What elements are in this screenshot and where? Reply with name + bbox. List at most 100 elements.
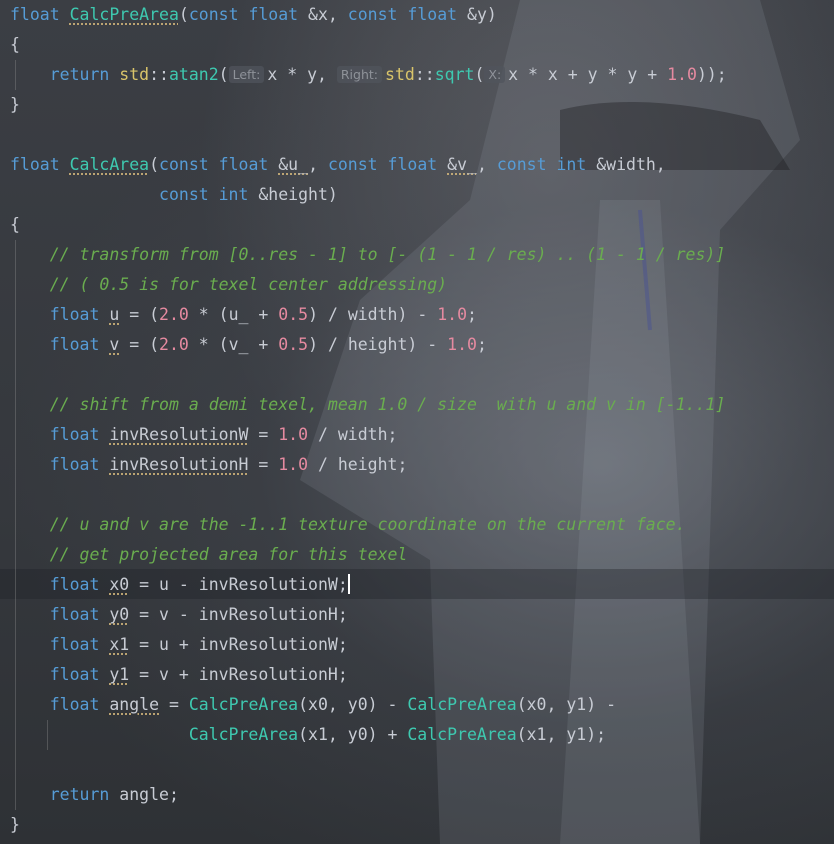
variable: invResolutionH bbox=[109, 455, 249, 474]
comment: // ( 0.5 is for texel center addressing) bbox=[49, 275, 448, 294]
code-line[interactable]: float angle = CalcPreArea(x0, y0) - Calc… bbox=[10, 690, 616, 720]
namespace: std bbox=[385, 65, 415, 84]
expr: = bbox=[159, 695, 189, 714]
punct: ; bbox=[476, 335, 487, 354]
punct: , bbox=[308, 155, 318, 174]
keyword: const bbox=[159, 155, 209, 174]
punct: :: bbox=[149, 65, 169, 84]
code-line[interactable]: return std::atan2(Left: x * y, Right: std:… bbox=[10, 60, 727, 90]
punct: , bbox=[476, 155, 487, 174]
param: &v_ bbox=[447, 155, 477, 174]
keyword: float bbox=[218, 155, 269, 174]
code-line[interactable]: float invResolutionW = 1.0 / width; bbox=[10, 420, 398, 450]
function-call[interactable]: CalcPreArea bbox=[407, 695, 516, 714]
function-call[interactable]: CalcPreArea bbox=[407, 725, 516, 744]
code-line[interactable]: { bbox=[10, 210, 20, 240]
code-line[interactable]: return angle; bbox=[10, 780, 179, 810]
number: 1.0 bbox=[667, 65, 697, 84]
keyword: const bbox=[496, 155, 547, 174]
code-line[interactable]: float CalcArea(const float &u_, const fl… bbox=[10, 150, 666, 180]
param: &y) bbox=[467, 5, 497, 24]
code-line[interactable]: // ( 0.5 is for texel center addressing) bbox=[10, 270, 447, 300]
expr: = bbox=[248, 455, 279, 474]
keyword: return bbox=[49, 65, 110, 84]
expr: (x0, y1) - bbox=[516, 695, 617, 714]
brace: } bbox=[10, 815, 20, 834]
expr: (x1, y1); bbox=[516, 725, 607, 744]
code-line[interactable]: } bbox=[10, 90, 20, 120]
code-line[interactable]: { bbox=[10, 30, 20, 60]
brace: { bbox=[10, 215, 20, 234]
function-name[interactable]: CalcArea bbox=[70, 155, 149, 174]
parameter-hint: X: bbox=[484, 66, 506, 83]
keyword: float bbox=[49, 305, 100, 324]
punct: ( bbox=[218, 65, 229, 84]
function-call[interactable]: sqrt bbox=[435, 65, 475, 84]
keyword: float bbox=[407, 5, 458, 24]
code-line[interactable]: float y0 = v - invResolutionH; bbox=[10, 600, 348, 630]
expr: = u - invResolutionW; bbox=[129, 575, 348, 594]
keyword: const bbox=[188, 5, 239, 24]
expr: = v - invResolutionH; bbox=[129, 605, 348, 624]
code-line-current[interactable]: float x0 = u - invResolutionW; bbox=[10, 570, 350, 600]
code-line[interactable]: // u and v are the -1..1 texture coordin… bbox=[10, 510, 686, 540]
expr: angle; bbox=[109, 785, 179, 804]
code-line[interactable]: float u = (2.0 * (u_ + 0.5) / width) - 1… bbox=[10, 300, 477, 330]
function-call[interactable]: atan2 bbox=[169, 65, 219, 84]
number: 1.0 bbox=[278, 455, 309, 474]
param: &width, bbox=[596, 155, 666, 174]
number: 0.5 bbox=[278, 335, 309, 354]
variable: invResolutionW bbox=[109, 425, 249, 444]
code-line[interactable]: float invResolutionH = 1.0 / height; bbox=[10, 450, 408, 480]
param: &height) bbox=[258, 185, 338, 204]
namespace: std bbox=[119, 65, 150, 84]
comment: // get projected area for this texel bbox=[49, 545, 408, 564]
function-call[interactable]: CalcPreArea bbox=[189, 725, 298, 744]
expr: = bbox=[248, 425, 279, 444]
code-line[interactable]: // transform from [0..res - 1] to [- (1 … bbox=[10, 240, 726, 270]
expr: = u + invResolutionW; bbox=[129, 635, 348, 654]
number: 2.0 bbox=[159, 335, 189, 354]
variable: u bbox=[109, 305, 120, 324]
keyword: float bbox=[248, 5, 299, 24]
code-line[interactable]: float v = (2.0 * (v_ + 0.5) / height) - … bbox=[10, 330, 487, 360]
code-line[interactable]: // get projected area for this texel bbox=[10, 540, 408, 570]
parameter-hint: Right: bbox=[336, 66, 383, 83]
expr: = ( bbox=[119, 335, 160, 354]
variable: x0 bbox=[109, 575, 130, 594]
code-line[interactable]: float y1 = v + invResolutionH; bbox=[10, 660, 348, 690]
brace: { bbox=[10, 35, 20, 54]
keyword: float bbox=[49, 425, 100, 444]
keyword: const bbox=[347, 5, 398, 24]
number: 1.0 bbox=[278, 425, 309, 444]
keyword: float bbox=[10, 5, 60, 24]
expr: (x1, y0) + bbox=[298, 725, 408, 744]
variable: v bbox=[109, 335, 120, 354]
variable: y1 bbox=[109, 665, 130, 684]
number: 0.5 bbox=[278, 305, 309, 324]
number: 2.0 bbox=[159, 305, 189, 324]
code-line[interactable]: } bbox=[10, 810, 20, 840]
code-editor[interactable]: float CalcPreArea(const float &x, const … bbox=[0, 0, 834, 844]
code-line[interactable]: const int &height) bbox=[10, 180, 338, 210]
parameter-hint: Left: bbox=[228, 66, 265, 83]
function-call[interactable]: CalcPreArea bbox=[189, 695, 298, 714]
function-name[interactable]: CalcPreArea bbox=[70, 5, 179, 24]
punct: ( bbox=[178, 5, 189, 24]
code-line[interactable]: float x1 = u + invResolutionW; bbox=[10, 630, 348, 660]
punct: ; bbox=[467, 305, 477, 324]
keyword: float bbox=[10, 155, 60, 174]
comment: // shift from a demi texel, mean 1.0 / s… bbox=[49, 395, 726, 414]
punct: ( bbox=[474, 65, 485, 84]
code-line[interactable]: // shift from a demi texel, mean 1.0 / s… bbox=[10, 390, 726, 420]
comment: // transform from [0..res - 1] to [- (1 … bbox=[49, 245, 726, 264]
code-line[interactable]: CalcPreArea(x1, y0) + CalcPreArea(x1, y1… bbox=[10, 720, 606, 750]
punct: )); bbox=[696, 65, 727, 84]
keyword: int bbox=[218, 185, 249, 204]
expr: x * x + y * y + bbox=[508, 65, 668, 84]
code-line[interactable]: float CalcPreArea(const float &x, const … bbox=[10, 0, 497, 30]
keyword: float bbox=[49, 695, 100, 714]
expr: (x0, y0) - bbox=[298, 695, 408, 714]
punct: ( bbox=[149, 155, 160, 174]
expr: * (v_ + bbox=[188, 335, 279, 354]
